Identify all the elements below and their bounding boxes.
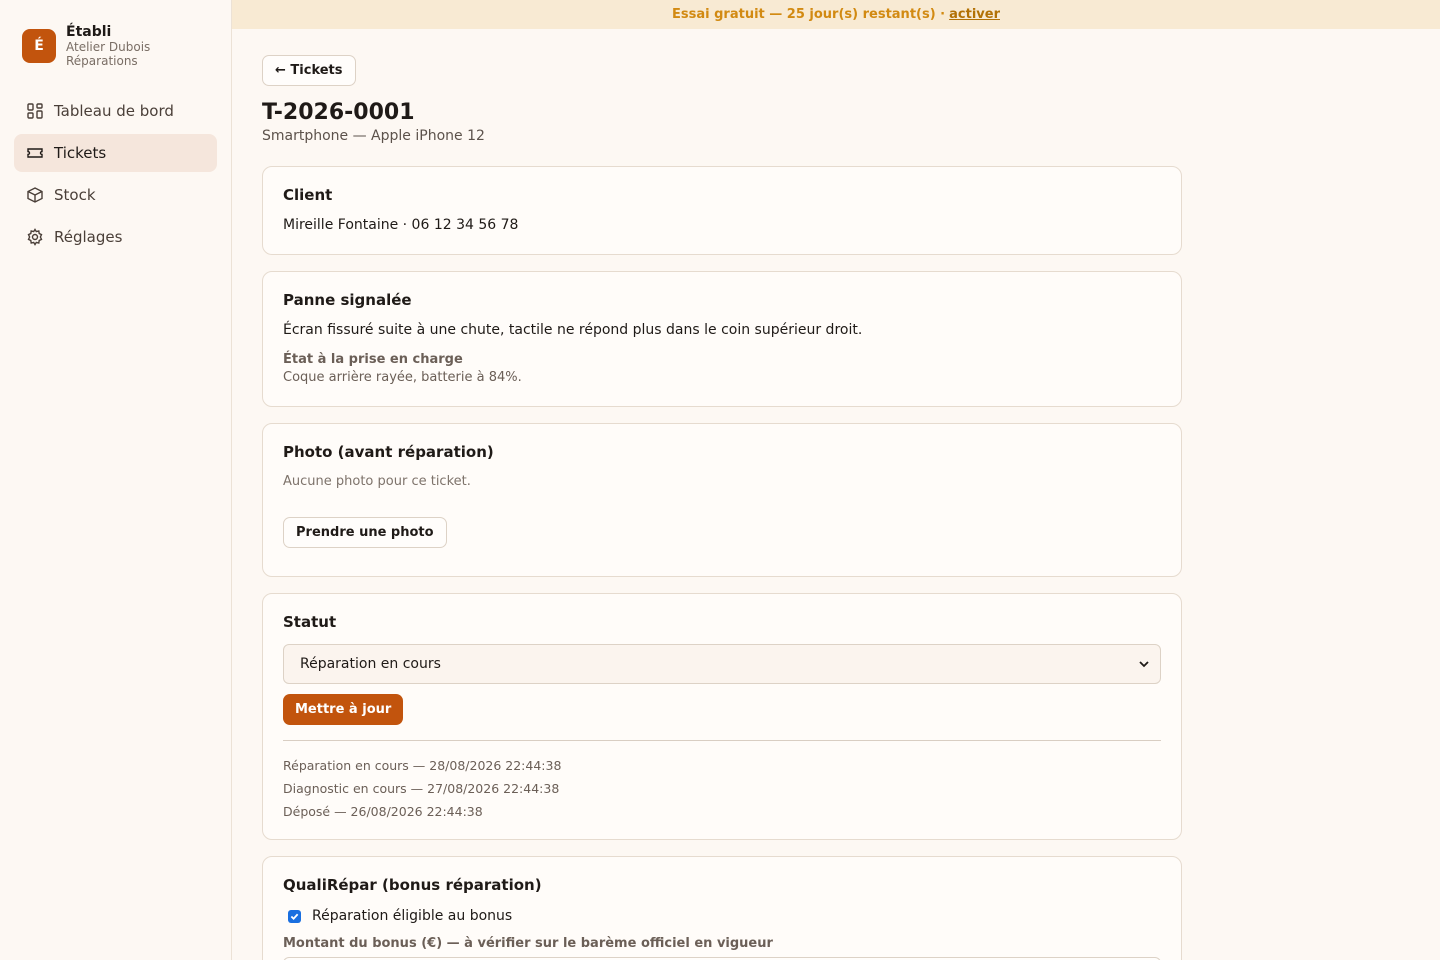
sidebar-item-tickets[interactable]: Tickets [14, 134, 217, 172]
status-history-item: Déposé — 26/08/2026 22:44:38 [283, 804, 483, 819]
page-subtitle: Smartphone — Apple iPhone 12 [262, 128, 485, 144]
status-history-item: Diagnostic en cours — 27/08/2026 22:44:3… [283, 781, 560, 796]
bonus-eligible-row: Réparation éligible au bonus [283, 908, 1161, 924]
take-photo-button[interactable]: Prendre une photo [283, 517, 447, 548]
photo-card: Photo (avant réparation) Aucune photo po… [262, 423, 1182, 577]
status-select-value: Réparation en cours [300, 656, 441, 672]
panne-description: Écran fissuré suite à une chute, tactile… [283, 322, 863, 338]
dashboard-icon [27, 103, 43, 119]
divider [283, 740, 1161, 741]
bonus-eligible-checkbox[interactable] [288, 909, 301, 923]
sidebar-item-label: Tableau de bord [54, 102, 174, 120]
brand[interactable]: É Établi Atelier Dubois Réparations [22, 24, 176, 68]
sidebar: É Établi Atelier Dubois Réparations Tabl… [0, 0, 232, 960]
brand-name: Établi [66, 24, 112, 40]
activate-link[interactable]: activer [949, 7, 1000, 22]
sidebar-item-label: Tickets [54, 144, 107, 162]
brand-logo: É [22, 29, 56, 63]
page-title: T-2026-0001 [262, 100, 415, 125]
status-select[interactable]: Réparation en cours [283, 644, 1161, 684]
sidebar-item-stock[interactable]: Stock [14, 176, 217, 214]
brand-subtitle: Atelier Dubois Réparations [66, 40, 151, 68]
intake-state-label: État à la prise en charge [283, 352, 463, 367]
trial-banner: Essai gratuit — 25 jour(s) restant(s) · … [232, 0, 1440, 29]
back-to-tickets-button[interactable]: ← Tickets [262, 55, 356, 86]
sidebar-item-dashboard[interactable]: Tableau de bord [14, 92, 217, 130]
sidebar-item-label: Stock [54, 186, 96, 204]
bonus-heading: QualiRépar (bonus réparation) [283, 876, 542, 894]
status-heading: Statut [283, 613, 337, 631]
sidebar-item-label: Réglages [54, 228, 123, 246]
trial-banner-text: Essai gratuit — 25 jour(s) restant(s) · [672, 7, 946, 22]
status-history: Réparation en cours — 28/08/2026 22:44:3… [283, 754, 1161, 823]
client-card: Client Mireille Fontaine · 06 12 34 56 7… [262, 166, 1182, 255]
panne-card: Panne signalée Écran fissuré suite à une… [262, 271, 1182, 407]
ticket-icon [27, 148, 43, 158]
bonus-eligible-label[interactable]: Réparation éligible au bonus [312, 908, 512, 924]
chevron-down-icon [1139, 661, 1149, 668]
status-history-item: Réparation en cours — 28/08/2026 22:44:3… [283, 758, 562, 773]
check-icon [290, 913, 299, 920]
panne-heading: Panne signalée [283, 291, 412, 309]
client-heading: Client [283, 186, 333, 204]
update-status-button[interactable]: Mettre à jour [283, 694, 404, 725]
bonus-amount-label: Montant du bonus (€) — à vérifier sur le… [283, 936, 773, 951]
box-icon [27, 187, 43, 203]
client-info: Mireille Fontaine · 06 12 34 56 78 [283, 217, 519, 233]
intake-state-text: Coque arrière rayée, batterie à 84%. [283, 370, 522, 385]
photo-heading: Photo (avant réparation) [283, 443, 494, 461]
photo-empty-text: Aucune photo pour ce ticket. [283, 474, 471, 489]
sidebar-item-settings[interactable]: Réglages [14, 218, 217, 256]
status-card: Statut Réparation en cours Mettre à jour… [262, 593, 1182, 840]
sidebar-nav: Tableau de bord Tickets Stock Réglages [14, 92, 217, 260]
main-content: ← Tickets T-2026-0001 Smartphone — Apple… [262, 55, 1182, 960]
gear-icon [27, 228, 43, 246]
bonus-card: QualiRépar (bonus réparation) Réparation… [262, 856, 1182, 960]
